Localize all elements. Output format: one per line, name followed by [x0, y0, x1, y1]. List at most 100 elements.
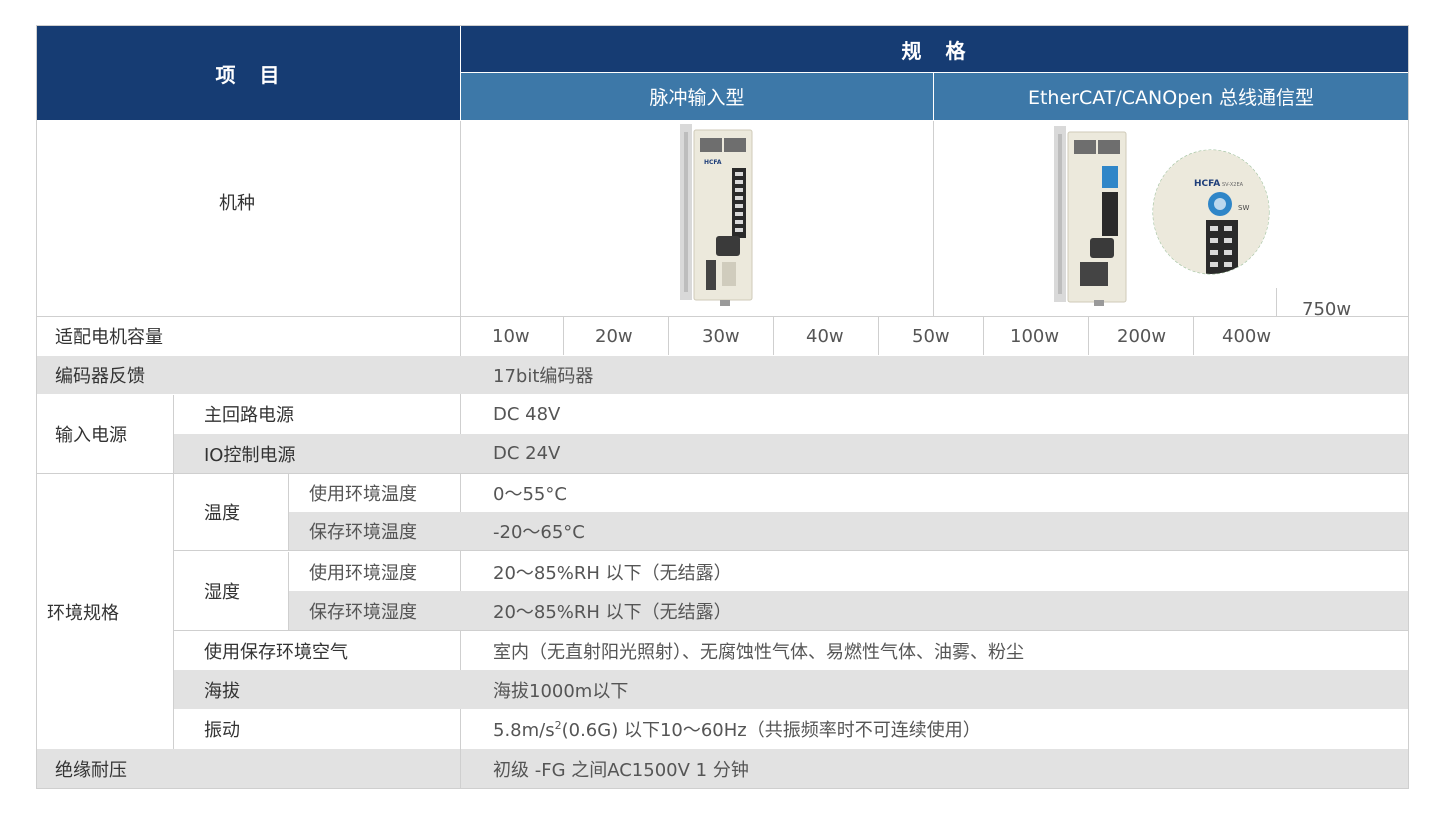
capacity-value: 200w	[1117, 325, 1167, 347]
capacity-750w: 750w	[1302, 296, 1382, 322]
main-power-label-cell: 主回路电源	[174, 395, 460, 433]
capacity-value: 40w	[806, 325, 844, 347]
motor-capacity-label: 适配电机容量	[55, 327, 163, 348]
humid-store-label-cell: 保存环境湿度	[289, 591, 460, 630]
io-power-label-cell: IO控制电源	[174, 434, 460, 473]
vibration-label-cell: 振动	[174, 709, 460, 749]
vibration-value-sup: 2	[554, 719, 562, 732]
temp-label: 温度	[204, 503, 240, 524]
temp-use-value-cell: 0～55°C	[461, 474, 1408, 512]
brand-text: HCFA	[704, 159, 722, 166]
capacity-value: 50w	[912, 325, 950, 347]
divider	[668, 317, 669, 355]
io-power-value-cell: DC 24V	[461, 434, 1408, 473]
humid-store-label: 保存环境湿度	[309, 601, 417, 623]
capacity-100w: 100w	[1010, 317, 1080, 355]
divider	[460, 749, 461, 788]
temp-use-label-cell: 使用环境温度	[289, 474, 460, 512]
humid-use-label-cell: 使用环境湿度	[289, 552, 460, 591]
vibration-value-cell: 5.8m/s2(0.6G) 以下10～60Hz（共振频率时不可连续使用）	[461, 709, 1408, 749]
divider	[878, 317, 879, 355]
temp-use-value: 0～55°C	[493, 484, 567, 505]
divider	[1088, 317, 1089, 355]
humid-store-value-cell: 20～85%RH 以下（无结露）	[461, 591, 1408, 630]
encoder-value: 17bit编码器	[493, 366, 594, 387]
main-power-label: 主回路电源	[204, 405, 294, 426]
air-value: 室内（无直射阳光照射）、无腐蚀性气体、易燃性气体、油雾、粉尘	[493, 641, 1024, 663]
power-label-cell: 输入电源	[37, 395, 173, 473]
altitude-value-cell: 海拔1000m以下	[461, 670, 1408, 709]
humid-store-value: 20～85%RH 以下（无结露）	[493, 601, 732, 623]
temp-store-label: 保存环境温度	[309, 522, 417, 543]
power-label: 输入电源	[55, 425, 127, 446]
io-power-label: IO控制电源	[204, 444, 296, 466]
divider	[1193, 317, 1194, 355]
pulse-drive-image: HCFA	[680, 124, 753, 306]
insulation-label: 绝缘耐压	[55, 759, 127, 781]
header-item-label: 项 目	[215, 62, 282, 87]
insulation-value-cell: 初级 -FG 之间AC1500V 1 分钟	[461, 749, 1408, 788]
capacity-10w: 10w	[492, 317, 562, 355]
capacity-value: 20w	[595, 325, 633, 347]
altitude-value: 海拔1000m以下	[493, 680, 629, 702]
altitude-label: 海拔	[204, 680, 240, 702]
header-item: 项 目	[37, 26, 460, 120]
env-label-cell: 环境规格	[37, 474, 173, 749]
main-power-value: DC 48V	[493, 403, 561, 425]
temp-store-label-cell: 保存环境温度	[289, 512, 460, 550]
dial-label: SW	[1238, 204, 1249, 212]
air-label-cell: 使用保存环境空气	[174, 631, 460, 670]
capacity-400w: 400w	[1222, 317, 1292, 355]
capacity-20w: 20w	[595, 317, 665, 355]
main-power-value-cell: DC 48V	[461, 395, 1408, 433]
capacity-40w: 40w	[806, 317, 876, 355]
encoder-label-cell: 编码器反馈	[37, 356, 460, 394]
altitude-label-cell: 海拔	[174, 670, 460, 709]
motor-capacity-label-cell: 适配电机容量	[37, 317, 460, 355]
capacity-50w: 50w	[912, 317, 982, 355]
divider	[933, 121, 934, 316]
divider	[563, 317, 564, 355]
dial-zoom-image: HCFA SV-X2EA SW	[1152, 149, 1270, 275]
divider	[773, 317, 774, 355]
zoom-model-text: SV-X2EA	[1222, 182, 1244, 188]
air-value-cell: 室内（无直射阳光照射）、无腐蚀性气体、易燃性气体、油雾、粉尘	[461, 631, 1408, 670]
humid-label-cell: 湿度	[174, 552, 288, 630]
capacity-30w: 30w	[702, 317, 772, 355]
io-power-value: DC 24V	[493, 443, 561, 464]
header-bus-type-label: EtherCAT/CANOpen 总线通信型	[1027, 87, 1315, 109]
insulation-value: 初级 -FG 之间AC1500V 1 分钟	[493, 759, 749, 781]
temp-store-value-cell: -20～65°C	[461, 512, 1408, 550]
divider	[174, 550, 1408, 551]
temp-use-label: 使用环境温度	[309, 484, 417, 505]
model-label: 机种	[219, 193, 255, 214]
header-bus-type: EtherCAT/CANOpen 总线通信型	[934, 73, 1408, 120]
humid-use-value-cell: 20～85%RH 以下（无结露）	[461, 552, 1408, 591]
header-pulse-type: 脉冲输入型	[461, 73, 933, 120]
header-spec: 规 格	[461, 26, 1408, 72]
vibration-label: 振动	[204, 720, 240, 741]
divider	[1276, 288, 1277, 316]
vibration-value-pre: 5.8m/s	[493, 720, 555, 741]
divider	[983, 317, 984, 355]
capacity-value: 400w	[1222, 325, 1272, 347]
humid-use-label: 使用环境湿度	[309, 562, 417, 584]
capacity-value: 100w	[1010, 325, 1060, 347]
header-spec-label: 规 格	[901, 38, 968, 63]
bus-drive-image	[1054, 126, 1127, 306]
humid-use-value: 20～85%RH 以下（无结露）	[493, 562, 732, 584]
env-label: 环境规格	[47, 602, 119, 624]
header-pulse-type-label: 脉冲输入型	[649, 87, 745, 109]
capacity-200w: 200w	[1117, 317, 1187, 355]
humid-label: 湿度	[204, 582, 240, 603]
encoder-label: 编码器反馈	[55, 366, 145, 387]
temp-store-value: -20～65°C	[493, 522, 585, 543]
encoder-value-cell: 17bit编码器	[461, 356, 1408, 394]
temp-label-cell: 温度	[174, 474, 288, 550]
zoom-brand-text: HCFA	[1194, 179, 1220, 189]
insulation-label-cell: 绝缘耐压	[37, 749, 460, 788]
capacity-value: 10w	[492, 325, 530, 347]
capacity-value: 30w	[702, 325, 740, 347]
model-label-cell: 机种	[37, 121, 437, 283]
vibration-value: 5.8m/s2(0.6G) 以下10～60Hz（共振频率时不可连续使用）	[493, 716, 981, 742]
